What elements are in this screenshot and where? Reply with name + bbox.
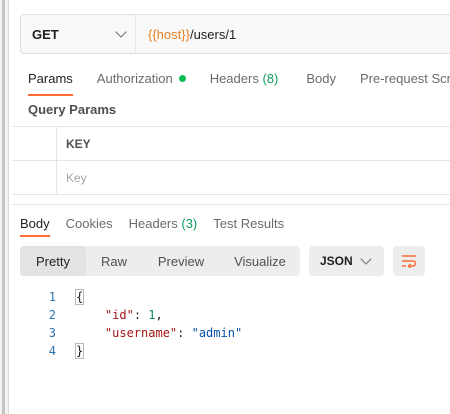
tab-pre-request-script[interactable]: Pre-request Scrip [360, 62, 450, 94]
json-key: "username" [104, 326, 178, 340]
request-bar: GET {{host}}/users/1 [20, 14, 450, 54]
tab-count: (3) [181, 215, 198, 231]
scrollbar-thumb[interactable] [2, 0, 5, 414]
response-tab-cookies[interactable]: Cookies [66, 210, 113, 236]
tab-label: Headers [128, 215, 178, 231]
wrap-lines-button[interactable] [393, 246, 425, 276]
column-header-key: KEY [66, 136, 91, 151]
url-variable: {{host}} [148, 26, 190, 42]
code-line: 4 } [20, 342, 242, 360]
tab-label: Headers [209, 70, 259, 86]
response-tabs: Body Cookies Headers (3) Test Results [20, 210, 284, 237]
method-label: GET [32, 26, 59, 42]
tab-label: Authorization [96, 70, 173, 86]
tab-label: Body [20, 215, 50, 231]
tab-count: (8) [262, 70, 279, 86]
method-select[interactable]: GET [21, 15, 136, 53]
tab-label: Test Results [213, 215, 285, 231]
line-number: 3 [48, 326, 56, 340]
line-number: 1 [48, 290, 56, 304]
row-gutter [12, 127, 57, 160]
response-tab-test-results[interactable]: Test Results [213, 210, 284, 236]
params-table: KEY Key [12, 126, 450, 195]
tab-label: Pre-request Scrip [359, 70, 450, 86]
chevron-down-icon [360, 253, 372, 265]
tab-label: Body [306, 70, 336, 86]
left-scrollbar[interactable] [0, 0, 9, 414]
code-text: } [74, 343, 85, 359]
format-pretty[interactable]: Pretty [20, 246, 86, 276]
section-divider [12, 204, 450, 205]
wrap-lines-icon [402, 255, 417, 268]
code-line: 1 { [20, 288, 242, 306]
table-row: Key [12, 160, 450, 195]
tab-authorization[interactable]: Authorization [97, 62, 186, 94]
response-tab-headers[interactable]: Headers (3) [129, 210, 198, 236]
status-dot-icon [178, 74, 186, 82]
row-gutter [12, 161, 57, 194]
code-text: "username": "admin" [104, 326, 243, 340]
format-raw[interactable]: Raw [86, 246, 142, 276]
tab-body[interactable]: Body [306, 62, 336, 94]
code-text: { [74, 289, 85, 305]
format-selector: Pretty Raw Preview Visualize [20, 246, 300, 276]
json-string: "admin" [191, 326, 243, 340]
table-header-row: KEY [12, 126, 450, 160]
format-visualize[interactable]: Visualize [220, 246, 300, 276]
section-title: Query Params [28, 102, 117, 117]
language-label: JSON [320, 254, 353, 268]
chevron-down-icon [115, 26, 127, 38]
url-input[interactable]: {{host}}/users/1 [136, 27, 236, 42]
tab-params[interactable]: Params [28, 62, 73, 96]
json-key: "id" [104, 308, 134, 322]
language-select[interactable]: JSON [309, 246, 384, 276]
key-input[interactable]: Key [57, 161, 87, 194]
tab-label: Cookies [65, 215, 113, 231]
json-number: 1 [148, 308, 156, 322]
code-line: 3 "username": "admin" [20, 324, 242, 342]
response-tab-body[interactable]: Body [20, 210, 50, 237]
code-line: 2 "id": 1, [20, 306, 242, 324]
tab-label: Params [28, 70, 73, 86]
request-tabs: Params Authorization Headers (8) Body Pr… [20, 62, 450, 96]
tab-headers[interactable]: Headers (8) [210, 62, 279, 94]
response-body-code[interactable]: 1 { 2 "id": 1, 3 "username": "admin" 4 } [20, 288, 242, 360]
url-path: /users/1 [189, 26, 237, 42]
line-number: 4 [48, 344, 56, 358]
code-text: "id": 1, [104, 308, 163, 322]
format-preview[interactable]: Preview [142, 246, 220, 276]
line-number: 2 [48, 308, 56, 322]
